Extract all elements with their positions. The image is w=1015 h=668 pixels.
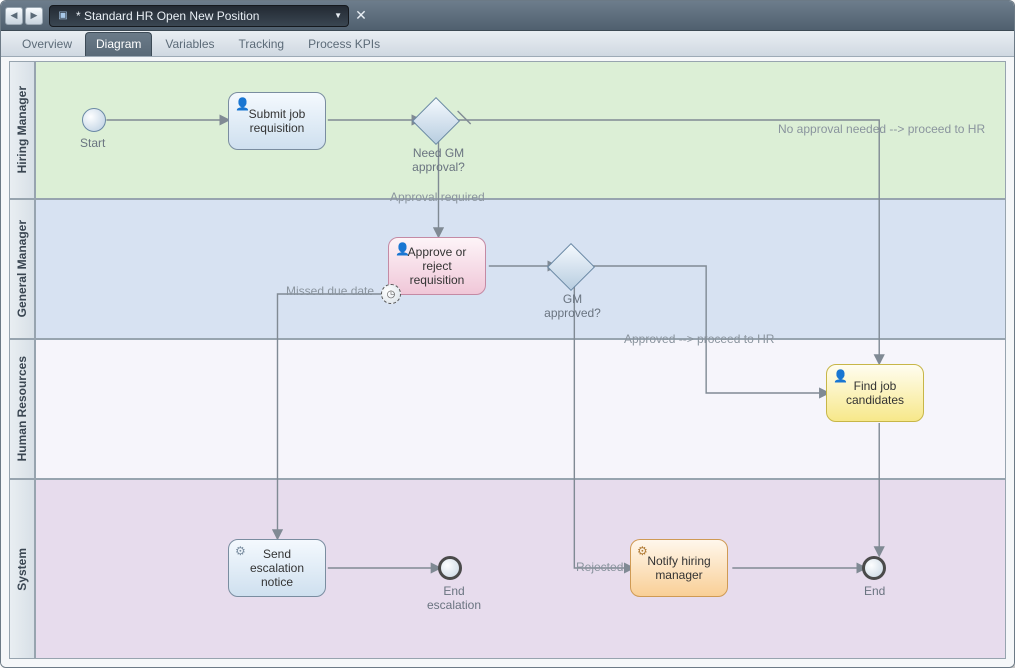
lane-header-sys[interactable]: System xyxy=(10,480,36,658)
user-task-icon: 👤 xyxy=(833,369,848,383)
diagram-shell: Hiring Manager General Manager Human Res… xyxy=(1,57,1014,667)
nav-arrows: ◀ ▶ xyxy=(5,7,43,25)
diagram-canvas[interactable]: Start 👤 Submit job requisition Need GM a… xyxy=(36,62,1005,658)
flow-label-approval-required: Approval required xyxy=(390,190,485,204)
gateway-gm-approved-label: GM approved? xyxy=(540,292,605,320)
tab-diagram[interactable]: Diagram xyxy=(85,32,152,56)
start-event[interactable] xyxy=(82,108,106,132)
user-task-icon: 👤 xyxy=(395,242,410,256)
swimlanes: Hiring Manager General Manager Human Res… xyxy=(9,61,1006,659)
lane-header-hr[interactable]: Human Resources xyxy=(10,340,36,478)
timer-boundary-event[interactable]: ◷ xyxy=(381,284,401,304)
start-event-label: Start xyxy=(80,136,105,150)
task-send-escalation[interactable]: ⚙ Send escalation notice xyxy=(228,539,326,597)
end-event[interactable] xyxy=(862,556,886,580)
process-icon: ▣ xyxy=(56,9,70,23)
task-submit-requisition[interactable]: 👤 Submit job requisition xyxy=(228,92,326,150)
nav-back-button[interactable]: ◀ xyxy=(5,7,23,25)
user-task-icon: 👤 xyxy=(235,97,250,111)
document-title: * Standard HR Open New Position xyxy=(76,9,328,23)
lane-header-hm[interactable]: Hiring Manager xyxy=(10,62,36,198)
editor-tabbar: ◀ ▶ ▣ * Standard HR Open New Position ▼ … xyxy=(1,1,1014,31)
close-tab-button[interactable]: ✕ xyxy=(353,8,369,24)
flow-label-approved-hr: Approved --> proceed to HR xyxy=(624,332,774,346)
gateway-need-gm-label: Need GM approval? xyxy=(406,146,471,174)
app-frame: ◀ ▶ ▣ * Standard HR Open New Position ▼ … xyxy=(0,0,1015,668)
service-task-icon: ⚙ xyxy=(235,544,246,558)
chevron-down-icon: ▼ xyxy=(334,11,342,20)
end-escalation-label: End escalation xyxy=(426,584,482,612)
task-notify-hiring-manager[interactable]: ⚙ Notify hiring manager xyxy=(630,539,728,597)
lane-header-gm[interactable]: General Manager xyxy=(10,200,36,338)
flow-label-no-approval: No approval needed --> proceed to HR xyxy=(778,122,985,136)
tab-tracking[interactable]: Tracking xyxy=(228,32,296,56)
end-event-escalation[interactable] xyxy=(438,556,462,580)
gateway-gm-approved[interactable] xyxy=(547,243,595,291)
end-event-label: End xyxy=(864,584,885,598)
nav-forward-button[interactable]: ▶ xyxy=(25,7,43,25)
tab-variables[interactable]: Variables xyxy=(154,32,225,56)
tab-process-kpis[interactable]: Process KPIs xyxy=(297,32,391,56)
task-approve-reject[interactable]: 👤 Approve or reject requisition xyxy=(388,237,486,295)
flow-label-rejected: Rejected xyxy=(576,560,623,574)
tab-overview[interactable]: Overview xyxy=(11,32,83,56)
service-task-icon: ⚙ xyxy=(637,544,648,558)
gateway-need-gm-approval[interactable] xyxy=(412,97,460,145)
task-find-candidates[interactable]: 👤 Find job candidates xyxy=(826,364,924,422)
editor-subtabs: Overview Diagram Variables Tracking Proc… xyxy=(1,31,1014,57)
document-tab[interactable]: ▣ * Standard HR Open New Position ▼ xyxy=(49,5,349,27)
flow-arrows xyxy=(36,62,1005,658)
flow-label-missed-due: Missed due date xyxy=(286,284,374,298)
